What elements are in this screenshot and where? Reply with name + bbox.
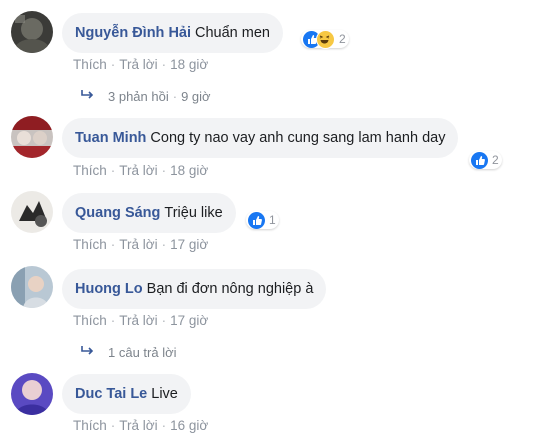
replies-count: 3 phản hồi xyxy=(108,89,169,104)
reply-arrow-icon xyxy=(80,345,96,360)
avatar[interactable] xyxy=(11,116,53,158)
timestamp[interactable]: 16 giờ xyxy=(170,418,208,433)
comment-author-link[interactable]: Quang Sáng xyxy=(75,205,160,221)
comment-text: Live xyxy=(151,386,178,402)
like-action[interactable]: Thích xyxy=(73,418,107,433)
reply-action[interactable]: Trả lời xyxy=(119,57,157,72)
separator: · xyxy=(161,237,167,252)
reply-arrow-icon xyxy=(80,89,96,104)
replies-count: 1 câu trả lời xyxy=(108,345,177,360)
reaction-summary[interactable]: 2 xyxy=(301,29,349,49)
separator: · xyxy=(172,89,178,104)
comment-text: Chuẩn men xyxy=(195,25,270,41)
reaction-count: 1 xyxy=(269,213,276,227)
reply-action[interactable]: Trả lời xyxy=(119,418,157,433)
reaction-summary[interactable]: 1 xyxy=(246,211,279,229)
separator: · xyxy=(161,418,167,433)
like-action[interactable]: Thích xyxy=(73,313,107,328)
like-action[interactable]: Thích xyxy=(73,163,107,178)
comment-bubble: Duc Tai Le Live xyxy=(62,374,191,414)
reaction-count: 2 xyxy=(492,153,499,167)
view-replies-link[interactable]: 3 phản hồi · 9 giờ xyxy=(80,89,211,104)
avatar[interactable] xyxy=(11,191,53,233)
comment-actions: Thích · Trả lời · 17 giờ xyxy=(73,313,208,328)
reply-action[interactable]: Trả lời xyxy=(119,237,157,252)
separator: · xyxy=(161,313,167,328)
reaction-summary[interactable]: 2 xyxy=(469,151,502,169)
like-action[interactable]: Thích xyxy=(73,237,107,252)
avatar[interactable] xyxy=(11,11,53,53)
separator: · xyxy=(161,57,167,72)
timestamp[interactable]: 17 giờ xyxy=(170,237,208,252)
comment-bubble: Nguyễn Đình Hải Chuẩn men xyxy=(62,13,283,53)
comment-bubble: Quang Sáng Triệu like xyxy=(62,193,236,233)
separator: · xyxy=(110,237,116,252)
separator: · xyxy=(110,57,116,72)
comment-actions: Thích · Trả lời · 17 giờ xyxy=(73,237,208,252)
comment-text: Cong ty nao vay anh cung sang lam hanh d… xyxy=(150,130,446,146)
like-icon xyxy=(471,151,488,169)
reaction-count: 2 xyxy=(339,32,346,46)
replies-time: 9 giờ xyxy=(181,89,211,104)
separator: · xyxy=(110,313,116,328)
like-icon xyxy=(248,211,265,229)
comment-bubble: Tuan Minh Cong ty nao vay anh cung sang … xyxy=(62,118,459,158)
separator: · xyxy=(110,163,116,178)
timestamp[interactable]: 18 giờ xyxy=(170,163,208,178)
comment-actions: Thích · Trả lời · 18 giờ xyxy=(73,163,208,178)
avatar[interactable] xyxy=(11,266,53,308)
haha-icon xyxy=(316,29,335,49)
comment-thread: Nguyễn Đình Hải Chuẩn men 2 Thích · Trả lờ… xyxy=(0,0,560,439)
separator: · xyxy=(161,163,167,178)
reply-action[interactable]: Trả lời xyxy=(119,163,157,178)
like-action[interactable]: Thích xyxy=(73,57,107,72)
comment-text: Bạn đi đơn nông nghiệp à xyxy=(146,281,314,297)
comment-bubble: Huong Lo Bạn đi đơn nông nghiệp à xyxy=(62,269,327,309)
timestamp[interactable]: 18 giờ xyxy=(170,57,208,72)
reply-action[interactable]: Trả lời xyxy=(119,313,157,328)
comment-actions: Thích · Trả lời · 16 giờ xyxy=(73,418,208,433)
avatar[interactable] xyxy=(11,373,53,415)
comment-author-link[interactable]: Huong Lo xyxy=(75,281,143,297)
comment-actions: Thích · Trả lời · 18 giờ xyxy=(73,57,208,72)
comment-author-link[interactable]: Nguyễn Đình Hải xyxy=(75,25,191,41)
comment-author-link[interactable]: Duc Tai Le xyxy=(75,386,147,402)
separator: · xyxy=(110,418,116,433)
view-replies-link[interactable]: 1 câu trả lời xyxy=(80,345,177,360)
timestamp[interactable]: 17 giờ xyxy=(170,313,208,328)
comment-author-link[interactable]: Tuan Minh xyxy=(75,130,146,146)
comment-text: Triệu like xyxy=(164,205,223,221)
